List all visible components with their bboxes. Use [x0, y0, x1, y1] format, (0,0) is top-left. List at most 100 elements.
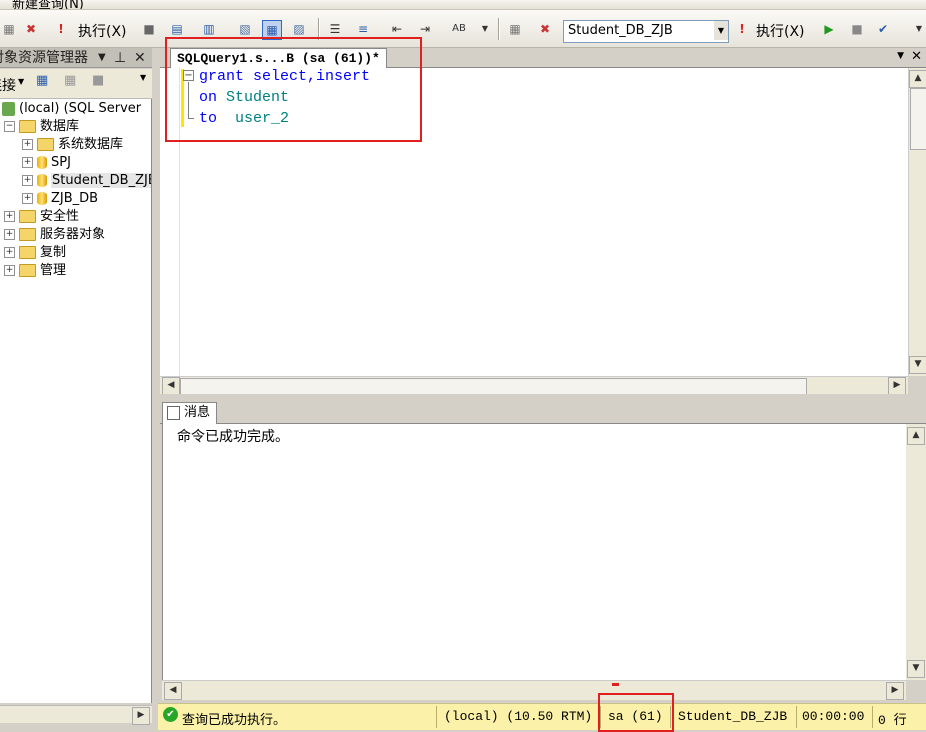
execute-button-1[interactable]: 执行(X) — [78, 21, 127, 41]
expand-icon[interactable]: + — [22, 175, 33, 186]
cancel-query-icon-2[interactable]: ✖ — [536, 20, 554, 38]
execute-button-2[interactable]: 执行(X) — [756, 21, 805, 41]
expand-icon[interactable]: + — [4, 211, 15, 222]
tree-item-server[interactable]: (local) (SQL Server — [2, 100, 141, 118]
cancel-query-icon[interactable]: ✖ — [22, 20, 40, 38]
tree-item-security[interactable]: + 安全性 — [4, 208, 79, 226]
parse-icon-2[interactable]: ▦ — [506, 20, 524, 38]
tree-item-label: 复制 — [40, 245, 67, 260]
close-icon[interactable]: ✕ — [911, 49, 922, 64]
highlight-box-user — [598, 693, 674, 732]
expand-icon[interactable]: + — [4, 265, 15, 276]
query-options-icon[interactable]: ▥ — [200, 20, 218, 38]
design-query-icon[interactable]: ▤ — [168, 20, 186, 38]
scroll-right-icon[interactable]: ▶ — [886, 682, 904, 700]
scroll-up-icon[interactable]: ▲ — [907, 427, 925, 445]
results-tab-strip — [160, 402, 926, 424]
chevron-down-icon[interactable]: ▼ — [98, 48, 106, 67]
disconnect-icon[interactable]: ▦ — [36, 73, 48, 88]
scroll-down-icon[interactable]: ▼ — [907, 660, 925, 678]
status-server: (local) (10.50 RTM) — [444, 709, 593, 724]
chevron-down-icon[interactable]: ▼ — [18, 77, 24, 86]
scroll-right-icon[interactable]: ▶ — [888, 377, 906, 395]
tree-item-label: ZJB_DB — [51, 191, 99, 206]
tree-item-databases[interactable]: − 数据库 — [4, 118, 79, 136]
expand-icon[interactable]: + — [4, 247, 15, 258]
expand-icon[interactable]: + — [22, 139, 33, 150]
execute-exclamation-icon[interactable]: ! — [52, 20, 70, 38]
expand-icon[interactable]: + — [22, 193, 33, 204]
statusbar-separator — [796, 706, 797, 728]
toolbar-overflow-icon[interactable]: ▼ — [140, 73, 146, 82]
comment-icon[interactable]: ☰ — [326, 20, 344, 38]
stop-icon-2[interactable]: ■ — [848, 20, 866, 38]
tree-item-student-db[interactable]: + Student_DB_ZJB — [22, 172, 151, 190]
collapse-icon[interactable]: − — [4, 121, 15, 132]
tree-item-management[interactable]: + 管理 — [4, 262, 66, 280]
tree-item-label: Student_DB_ZJB — [51, 173, 151, 188]
menu-strip: 新建查询(N) — [0, 0, 926, 10]
object-explorer-tree: (local) (SQL Server − 数据库 + 系统数据库 + SPJ + St… — [0, 99, 152, 703]
tree-item-replication[interactable]: + 复制 — [4, 244, 66, 262]
tree-item-label: 数据库 — [40, 119, 80, 134]
results-vscroll[interactable]: ▲ ▼ — [906, 424, 926, 680]
decrease-indent-icon[interactable]: ⇤ — [388, 20, 406, 38]
tab-messages[interactable]: 消息 — [162, 402, 218, 424]
chevron-down-icon[interactable]: ▼ — [714, 21, 728, 40]
scroll-left-icon[interactable]: ◀ — [164, 682, 182, 700]
status-database: Student_DB_ZJB — [678, 709, 788, 724]
results-hscroll[interactable]: ◀ ▶ — [162, 680, 906, 700]
parse-check-icon[interactable]: ✔ — [874, 20, 892, 38]
status-elapsed: 00:00:00 — [802, 709, 865, 724]
toolbar-overflow-icon-2[interactable]: ▼ — [910, 20, 926, 38]
database-select[interactable]: Student_DB_ZJB ▼ — [563, 20, 729, 43]
stop-icon[interactable]: ■ — [140, 20, 158, 38]
tree-item-server-objects[interactable]: + 服务器对象 — [4, 226, 105, 244]
pin-icon[interactable]: ⊥ — [114, 48, 126, 67]
success-check-icon: ✔ — [163, 707, 178, 722]
scroll-up-icon[interactable]: ▲ — [909, 70, 926, 88]
debug-play-icon[interactable]: ▶ — [820, 20, 838, 38]
parse-icon[interactable]: ▦ — [0, 20, 18, 38]
filter-icon[interactable]: ▦ — [64, 73, 76, 88]
status-rows: 0 行 — [878, 713, 907, 728]
chevron-down-icon[interactable]: ▼ — [897, 51, 904, 61]
tree-item-zjb-db[interactable]: + ZJB_DB — [22, 190, 98, 208]
results-to-file-icon[interactable]: ▨ — [290, 20, 308, 38]
uncomment-icon[interactable]: ≡ — [354, 20, 372, 38]
specify-values-icon[interactable]: AB — [450, 20, 468, 38]
object-explorer-toolbar: 连接 ▼ ▦ ▦ ■ ▼ — [0, 69, 152, 99]
stop-icon[interactable]: ■ — [92, 73, 104, 88]
results-to-text-icon[interactable]: ▧ — [236, 20, 254, 38]
folder-icon — [19, 246, 36, 259]
connect-button[interactable]: 连接 — [0, 75, 16, 95]
toolbar-separator — [498, 18, 500, 40]
folder-icon — [37, 138, 54, 151]
scroll-left-icon[interactable]: ◀ — [162, 377, 180, 395]
tree-item-label: SPJ — [51, 155, 71, 170]
server-icon — [2, 101, 15, 116]
result-message: 命令已成功完成。 — [177, 429, 289, 445]
scroll-right-icon[interactable]: ▶ — [132, 707, 150, 725]
increase-indent-icon[interactable]: ⇥ — [416, 20, 434, 38]
expand-icon[interactable]: + — [4, 229, 15, 240]
messages-icon — [167, 405, 180, 420]
toolbar-overflow-icon[interactable]: ▼ — [476, 20, 494, 38]
tree-item-spj[interactable]: + SPJ — [22, 154, 71, 172]
expand-icon[interactable]: + — [22, 157, 33, 168]
pane-splitter[interactable] — [160, 394, 926, 402]
editor-vscroll[interactable]: ▲ ▼ — [908, 68, 926, 376]
editor-hscroll[interactable]: ◀ ▶ — [160, 376, 908, 395]
tree-item-system-databases[interactable]: + 系统数据库 — [22, 136, 123, 154]
results-pane[interactable] — [162, 424, 906, 680]
scroll-thumb[interactable] — [910, 88, 926, 150]
folder-icon — [19, 264, 36, 277]
tree-item-label: 服务器对象 — [40, 227, 106, 242]
close-icon[interactable]: ✕ — [134, 48, 146, 67]
execute-exclamation-icon-2[interactable]: ! — [733, 20, 751, 38]
new-query-label[interactable]: 新建查询(N) — [12, 0, 84, 9]
scroll-thumb[interactable] — [180, 378, 807, 395]
statusbar-separator — [436, 706, 437, 728]
scroll-down-icon[interactable]: ▼ — [909, 356, 926, 374]
object-explorer-hscroll[interactable]: ▶ — [0, 705, 152, 725]
